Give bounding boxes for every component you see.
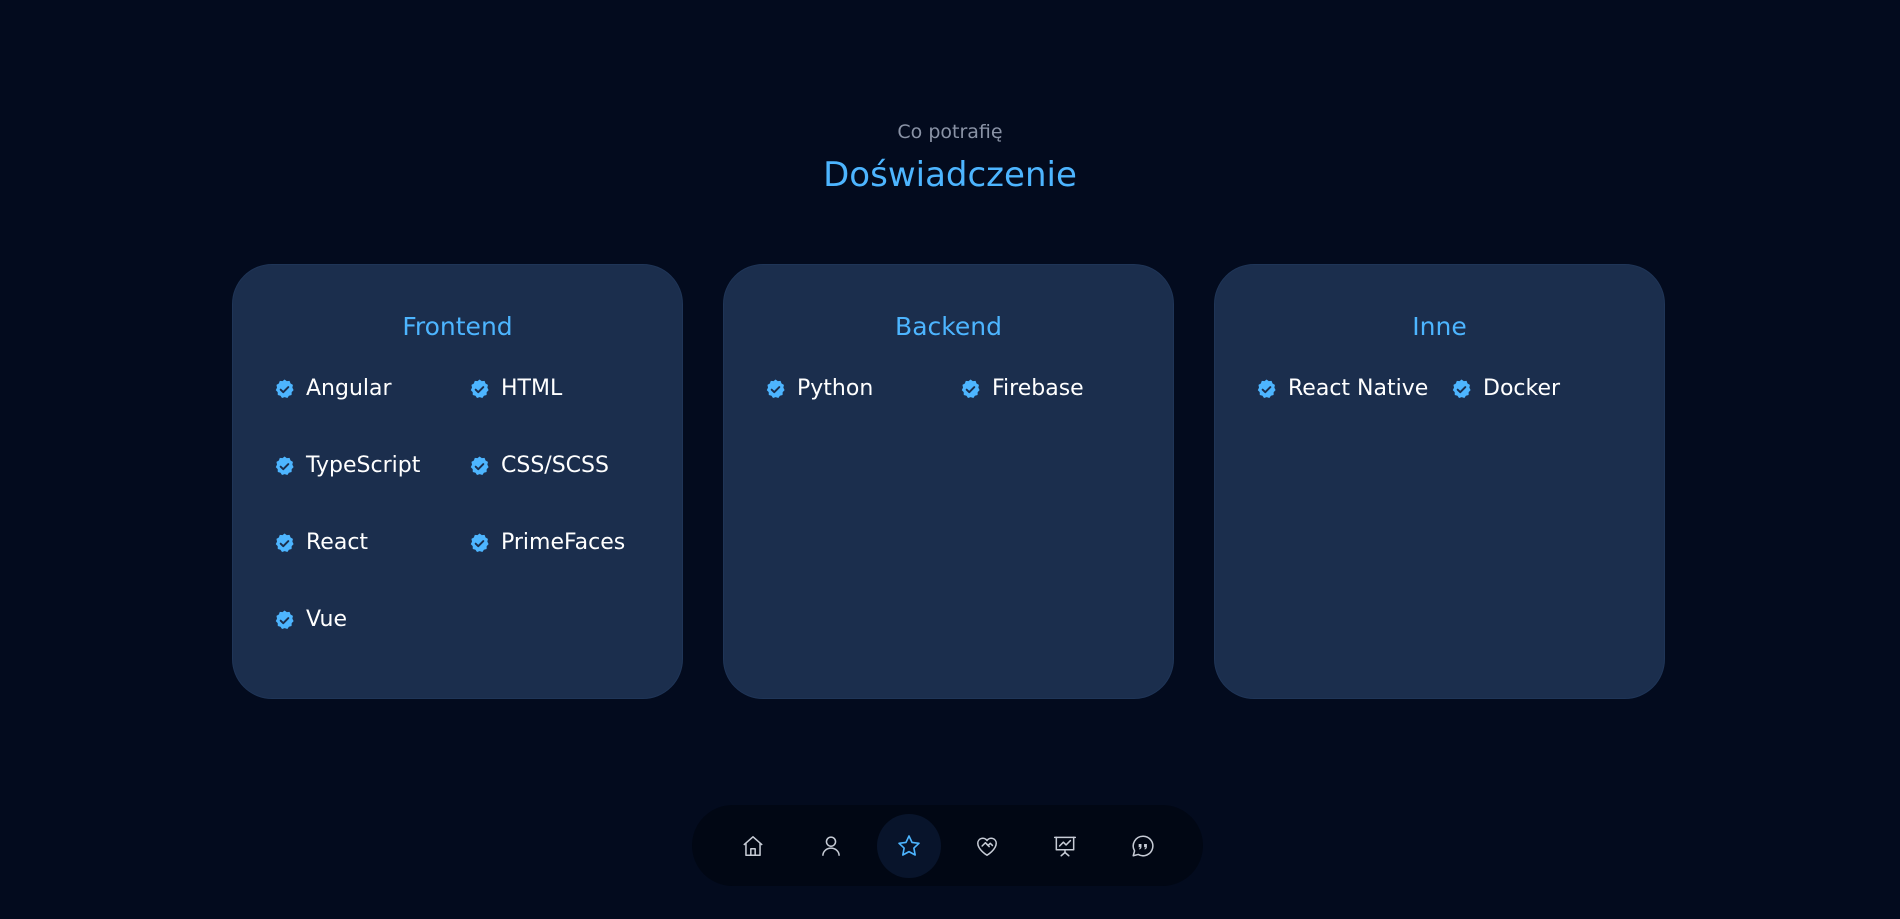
skill-list: React Native Docker	[1215, 373, 1664, 405]
nav-home[interactable]	[721, 814, 785, 878]
skill-item: Docker	[1450, 373, 1645, 405]
skill-list: Angular HTML TypeScript CSS/SCSS React P…	[233, 373, 682, 636]
skill-label: Angular	[306, 376, 392, 401]
nav-testimonials[interactable]	[1111, 814, 1175, 878]
card-title: Backend	[895, 312, 1002, 341]
card-frontend: Frontend Angular HTML TypeScript CSS/SCS…	[232, 264, 683, 699]
presentation-chart-icon	[1053, 836, 1076, 857]
skill-item: React	[273, 527, 468, 559]
nav-about[interactable]	[799, 814, 863, 878]
card-backend: Backend Python Firebase	[723, 264, 1174, 699]
verified-badge-icon	[275, 609, 294, 629]
page: Co potrafię Doświadczenie Frontend Angul…	[0, 0, 1900, 919]
skill-item: React Native	[1255, 373, 1450, 405]
skill-item: HTML	[468, 373, 663, 405]
verified-badge-icon	[275, 378, 294, 398]
heart-handshake-icon	[976, 837, 997, 856]
skill-item: TypeScript	[273, 450, 468, 482]
skill-item: Angular	[273, 373, 468, 405]
skill-label: Firebase	[992, 376, 1084, 401]
skills-cards: Frontend Angular HTML TypeScript CSS/SCS…	[232, 264, 1665, 699]
card-title: Inne	[1412, 312, 1467, 341]
verified-badge-icon	[1257, 378, 1276, 398]
skill-label: HTML	[501, 376, 563, 401]
skill-item: Firebase	[959, 373, 1154, 405]
skill-label: CSS/SCSS	[501, 453, 609, 478]
verified-badge-icon	[275, 532, 294, 552]
user-icon	[821, 835, 840, 856]
section-title: Doświadczenie	[823, 155, 1077, 195]
skill-label: Python	[797, 376, 874, 401]
skill-label: React Native	[1288, 376, 1429, 401]
nav-portfolio[interactable]	[1033, 814, 1097, 878]
home-icon	[742, 835, 763, 856]
card-title: Frontend	[402, 312, 513, 341]
verified-badge-icon	[1452, 378, 1471, 398]
skill-label: PrimeFaces	[501, 530, 626, 555]
nav-experience[interactable]	[876, 813, 941, 878]
skill-label: TypeScript	[306, 453, 421, 478]
skill-label: Vue	[306, 607, 348, 632]
verified-badge-icon	[766, 378, 785, 398]
star-icon	[897, 834, 920, 856]
skill-label: React	[306, 530, 369, 555]
skill-item: Vue	[273, 604, 468, 636]
verified-badge-icon	[470, 455, 489, 475]
card-other: Inne React Native Docker	[1214, 264, 1665, 699]
skill-label: Docker	[1483, 376, 1561, 401]
skill-item: CSS/SCSS	[468, 450, 663, 482]
verified-badge-icon	[961, 378, 980, 398]
verified-badge-icon	[275, 455, 294, 475]
skill-item: PrimeFaces	[468, 527, 663, 559]
skill-list: Python Firebase	[724, 373, 1173, 405]
quote-chat-icon	[1131, 834, 1154, 857]
section-subtitle: Co potrafię	[897, 121, 1003, 143]
bottom-nav	[692, 805, 1203, 886]
skill-item: Python	[764, 373, 959, 405]
verified-badge-icon	[470, 532, 489, 552]
nav-services[interactable]	[955, 814, 1019, 878]
verified-badge-icon	[470, 378, 489, 398]
